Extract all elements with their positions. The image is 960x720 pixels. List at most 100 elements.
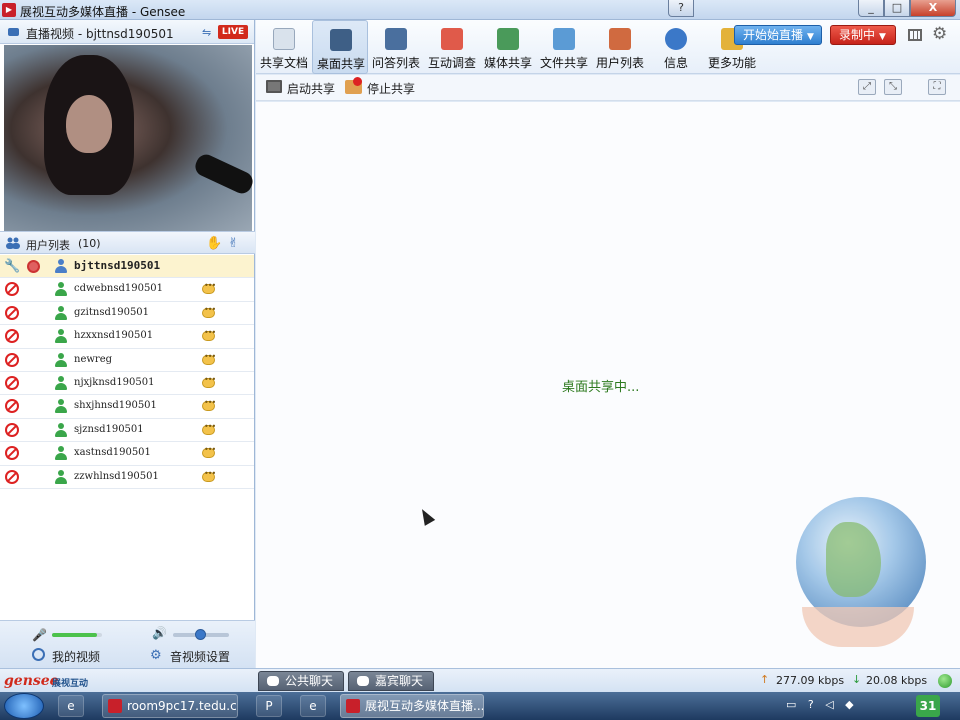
close-button[interactable]: X [910,0,956,17]
taskbar-pin-browser[interactable]: e [300,695,326,717]
user-name: hzxxnsd190501 [74,330,154,342]
user-row[interactable]: 🔧 bjttnsd190501 [0,255,254,279]
user-name: cdwebnsd190501 [74,283,164,295]
tool-qa-list[interactable]: 问答列表 [368,20,424,74]
speaker-icon: 🔊 [152,626,167,640]
tool-info[interactable]: 信息 [648,20,704,74]
taskbar-item-label: room9pc17.tedu.c... [127,699,238,713]
user-row[interactable]: cdwebnsd190501 [0,278,254,302]
host-tools-icon[interactable]: 🔧 [4,259,20,274]
user-name: shxjhnsd190501 [74,400,157,412]
mouse-cursor-icon [416,506,436,526]
public-chat-tab[interactable]: 公共聊天 [258,671,344,691]
tool-label: 共享文档 [259,56,308,70]
chat-icon[interactable] [202,469,215,482]
camera-icon[interactable] [27,260,40,273]
user-icon [55,399,67,414]
media-share-icon [497,28,519,50]
user-list: 🔧 bjttnsd190501 cdwebnsd190501 gzitnsd19… [0,255,254,489]
start-share-button[interactable]: 启动共享 [287,80,335,97]
mic-disabled-icon[interactable] [5,469,19,484]
fit-window-button[interactable]: ⤢ [858,79,876,95]
mic-level-slider[interactable] [52,633,102,637]
user-row[interactable]: newreg [0,349,254,372]
lower-hand-icon[interactable]: ✌ [228,236,239,251]
system-tray-icons[interactable]: ▭ ? ◁ ◆ [786,698,858,711]
tool-media-share[interactable]: 媒体共享 [480,20,536,74]
minimize-button[interactable]: _ [858,0,884,17]
taskbar-item-room[interactable]: room9pc17.tedu.c... [102,694,238,718]
desktop-share-icon [330,29,352,51]
user-row[interactable]: xastnsd190501 [0,442,254,466]
start-live-button[interactable]: 开始始直播 ▼ [734,25,822,45]
hand-illustration [802,607,914,647]
brand-subtitle: 展视互动 [52,679,89,689]
gear-icon[interactable]: ⚙ [932,24,947,44]
chat-icon[interactable] [202,281,215,295]
layout-grid-icon[interactable] [908,29,922,41]
tool-survey[interactable]: 互动调查 [424,20,480,74]
user-row[interactable]: njxjknsd190501 [0,372,254,396]
tray-clock[interactable]: 31 [916,695,940,717]
user-row[interactable]: hzxxnsd190501 [0,325,254,349]
user-row[interactable]: gzitnsd190501 [0,302,254,326]
my-video-button[interactable]: 我的视频 [52,648,100,665]
gensee-app-icon [346,699,360,713]
chat-icon[interactable] [202,352,215,365]
video-menu-icon[interactable]: ⇋ [202,26,211,39]
stop-share-button[interactable]: 停止共享 [367,80,415,97]
av-settings-button[interactable]: 音视频设置 [170,648,230,665]
chat-icon[interactable] [202,375,215,388]
fullscreen-button[interactable]: ⛶ [928,79,946,95]
user-row[interactable]: shxjhnsd190501 [0,395,254,419]
upload-rate: 277.09 kbps [776,674,845,687]
mic-disabled-icon[interactable] [5,446,19,461]
tool-label: 问答列表 [371,56,420,70]
maximize-button[interactable]: □ [884,0,910,17]
tool-label: 用户列表 [595,56,644,70]
raise-hand-icon[interactable]: ✋ [206,236,222,251]
desktop-share-area: 桌面共享中... [256,102,960,668]
guest-chat-tab[interactable]: 嘉宾聊天 [348,671,434,691]
help-button[interactable]: ? [668,0,694,17]
volume-slider[interactable] [173,629,229,640]
user-name: xastnsd190501 [74,447,151,459]
download-arrow-icon: ↓ [852,673,862,686]
tool-file-share[interactable]: 文件共享 [536,20,592,74]
network-status-icon [938,674,952,688]
tool-user-list[interactable]: 用户列表 [592,20,648,74]
tool-shared-doc[interactable]: 共享文档 [256,20,312,74]
taskbar-item-gensee[interactable]: 展视互动多媒体直播... [340,694,484,718]
host-user-icon [55,259,67,273]
user-name: newreg [74,353,113,365]
user-row[interactable]: zzwhlnsd190501 [0,466,254,489]
user-icon [55,469,67,484]
chat-icon[interactable] [202,328,215,342]
chat-icon[interactable] [202,305,215,318]
volume-knob[interactable] [195,629,206,640]
record-button[interactable]: 录制中 ▼ [830,25,896,45]
monitor-icon [266,80,282,93]
mic-disabled-icon[interactable] [5,422,19,437]
mic-disabled-icon[interactable] [5,305,19,320]
mic-level-fill [52,633,97,637]
chat-icon[interactable] [202,445,215,459]
tool-label: 互动调查 [427,56,476,70]
main-toolbar: 共享文档 桌面共享 问答列表 互动调查 媒体共享 文件共享 用户列表 信息 更多… [256,20,960,74]
chat-icon[interactable] [202,398,215,412]
mic-disabled-icon[interactable] [5,399,19,414]
chat-icon[interactable] [202,422,215,435]
share-subtoolbar: 启动共享 停止共享 ⤢ ⤡ ⛶ [256,75,960,101]
taskbar-pin-p[interactable]: P [256,695,282,717]
taskbar-pin-explorer[interactable]: e [58,695,84,717]
av-settings-icon: ⚙ [150,648,162,663]
mic-disabled-icon[interactable] [5,352,19,367]
user-icon [55,375,67,390]
mic-disabled-icon[interactable] [5,329,19,344]
user-row[interactable]: sjznsd190501 [0,419,254,443]
start-button[interactable] [4,693,44,719]
mic-disabled-icon[interactable] [5,282,19,297]
tool-desktop-share[interactable]: 桌面共享 [312,20,368,74]
actual-size-button[interactable]: ⤡ [884,79,902,95]
mic-disabled-icon[interactable] [5,375,19,390]
